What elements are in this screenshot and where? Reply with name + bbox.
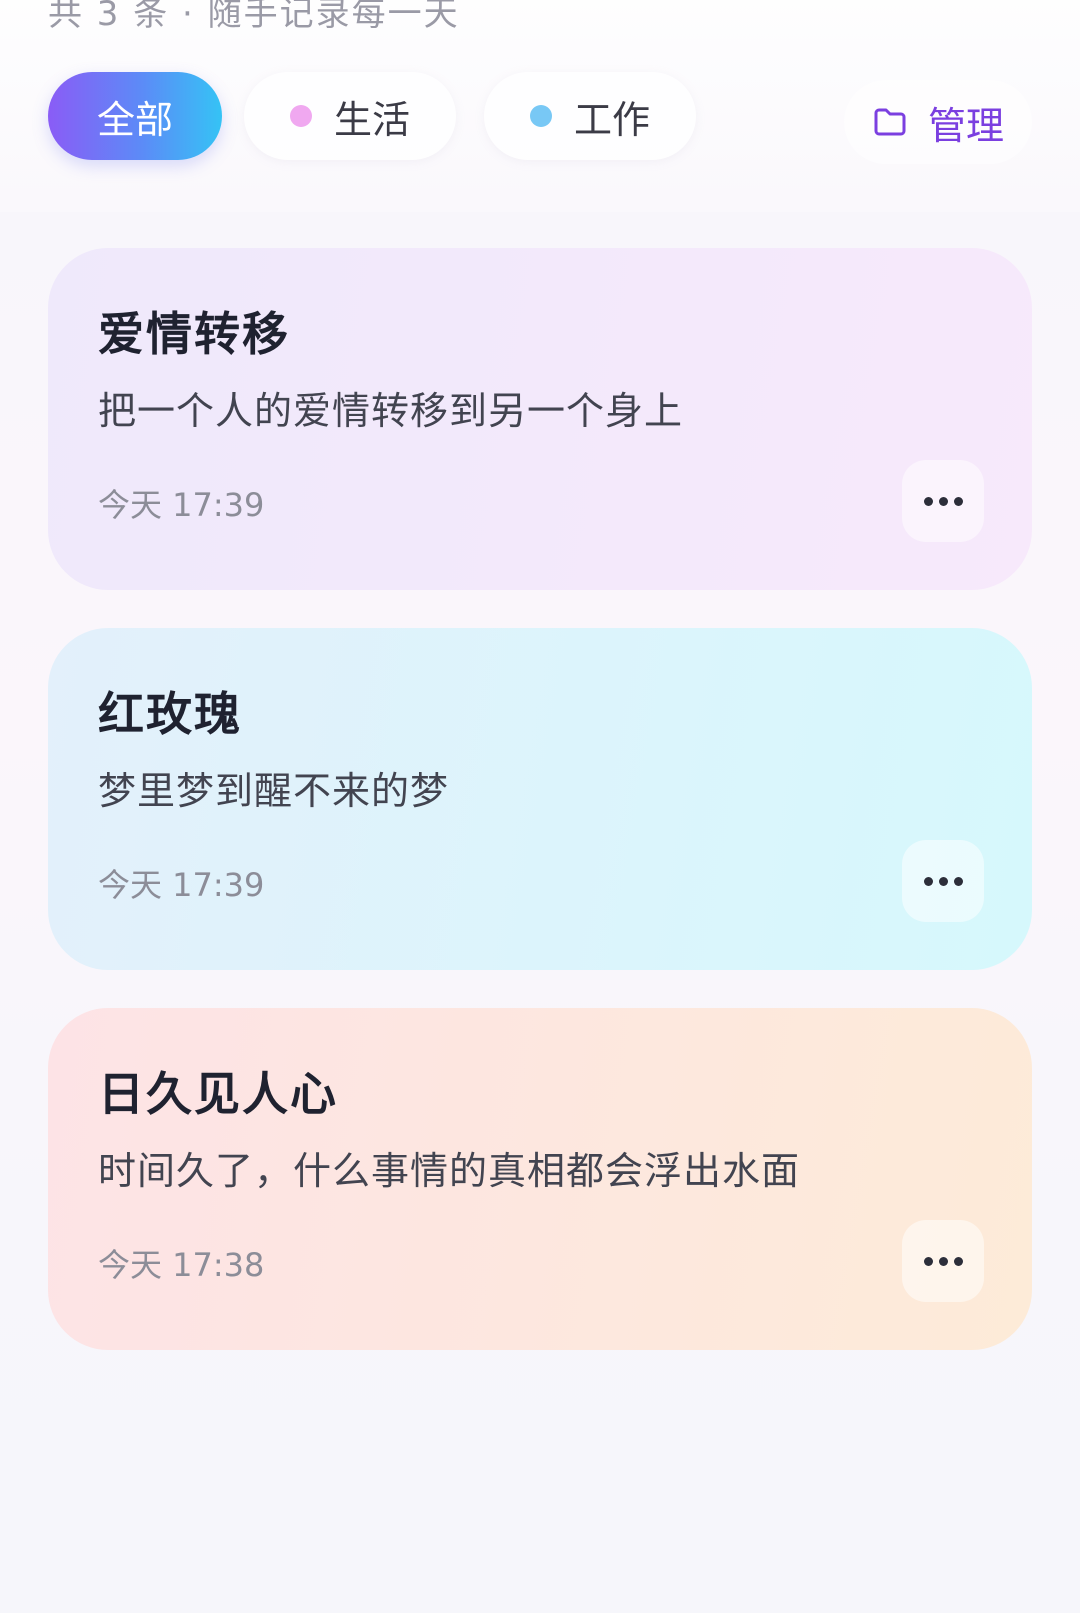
note-list: 爱情转移 把一个人的爱情转移到另一个身上 今天 17:39 红玫瑰 梦里梦到醒不… [48, 248, 1032, 1388]
filter-work-chip[interactable]: 工作 [484, 72, 696, 160]
manage-button[interactable]: 管理 [844, 80, 1032, 164]
more-icon[interactable] [902, 1220, 984, 1302]
note-title: 红玫瑰 [98, 687, 242, 741]
more-icon[interactable] [902, 460, 984, 542]
note-time: 今天 17:38 [98, 1246, 265, 1284]
work-dot-icon [529, 105, 552, 127]
note-card[interactable]: 日久见人心 时间久了，什么事情的真相都会浮出水面 今天 17:38 [48, 1008, 1032, 1350]
filter-life-label: 生活 [333, 97, 410, 142]
manage-label: 管理 [927, 103, 1004, 148]
note-time: 今天 17:39 [98, 486, 265, 524]
more-icon[interactable] [902, 840, 984, 922]
filter-all-chip[interactable]: 全部 [48, 72, 222, 160]
filter-all-label: 全部 [96, 97, 173, 142]
note-title: 爱情转移 [98, 307, 290, 361]
note-time: 今天 17:39 [98, 866, 265, 904]
note-content: 把一个人的爱情转移到另一个身上 [98, 389, 684, 433]
note-card[interactable]: 爱情转移 把一个人的爱情转移到另一个身上 今天 17:39 [48, 248, 1032, 590]
note-content: 时间久了，什么事情的真相都会浮出水面 [98, 1149, 801, 1193]
note-title: 日久见人心 [98, 1067, 338, 1121]
note-content: 梦里梦到醒不来的梦 [98, 769, 450, 813]
filter-work-label: 工作 [573, 97, 650, 142]
note-card[interactable]: 红玫瑰 梦里梦到醒不来的梦 今天 17:39 [48, 628, 1032, 970]
filter-life-chip[interactable]: 生活 [244, 72, 456, 160]
life-dot-icon [289, 105, 312, 127]
filter-row: 全部 生活 工作 管理 [48, 72, 1032, 164]
folder-icon [872, 104, 908, 140]
notes-count-subtitle: 共 3 条 · 随手记录每一天 [48, 0, 460, 34]
header: 共 3 条 · 随手记录每一天 全部 生活 工作 管理 [0, 0, 1080, 212]
